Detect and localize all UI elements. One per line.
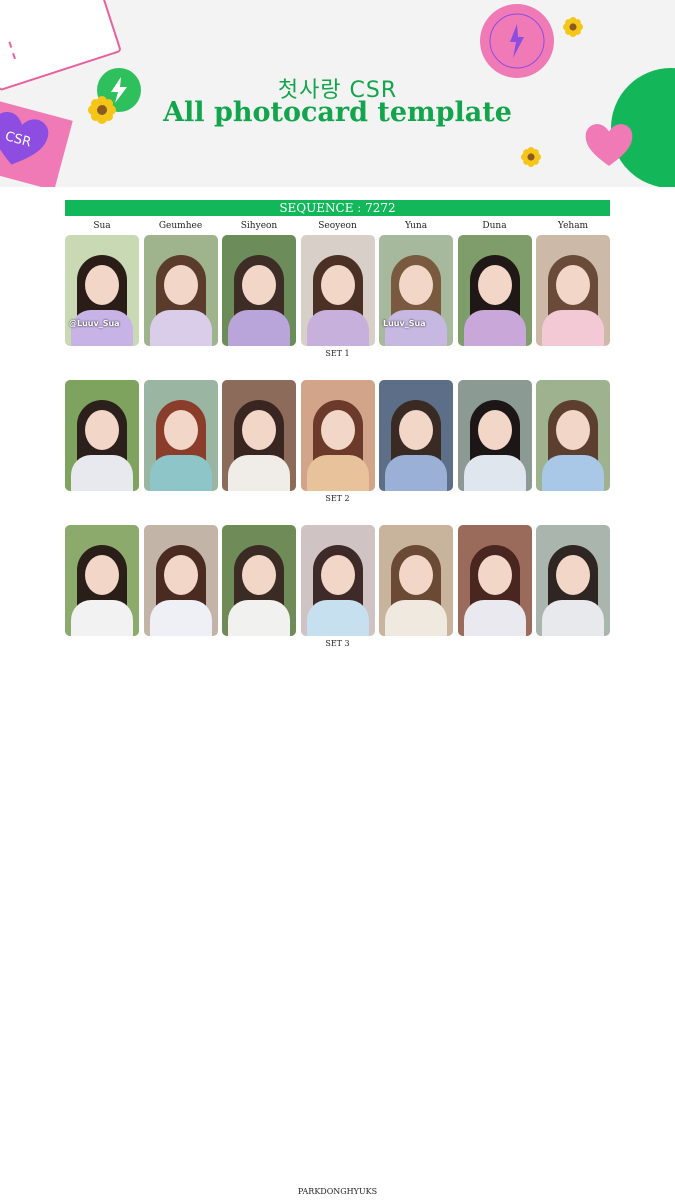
- photocard-face: [85, 555, 119, 595]
- photocard-face: [320, 410, 355, 450]
- flower-icon: [521, 147, 541, 167]
- photocard-face: [477, 555, 512, 595]
- photocard-outfit: [71, 310, 133, 346]
- photocard: [457, 380, 532, 491]
- stamp-badge: [480, 4, 554, 78]
- photocard-outfit: [71, 455, 133, 491]
- lightning-icon: [510, 24, 524, 58]
- member-names: Sua Geumhee Sihyeon Seoyeon Yuna Duna Ye…: [65, 221, 610, 231]
- photocard-outfit: [542, 600, 604, 636]
- photocard-row: [65, 380, 610, 491]
- photocard-face: [477, 265, 512, 305]
- photocard-face: [242, 410, 276, 450]
- photocard-outfit: [149, 600, 212, 636]
- photocard: [536, 235, 610, 346]
- photocard-face: [320, 265, 355, 305]
- photocard: [143, 525, 218, 636]
- photocard: @Luuv_Sua: [65, 235, 139, 346]
- member-name: Sua: [93, 221, 111, 231]
- photocard-outfit: [385, 455, 447, 491]
- photocard-outfit: [463, 310, 526, 346]
- flower-icon: [563, 17, 583, 37]
- photocard: [300, 525, 375, 636]
- stamp-ring: [489, 13, 545, 69]
- photocard-outfit: [463, 600, 526, 636]
- photocard-outfit: [306, 310, 369, 346]
- photocard: [536, 380, 610, 491]
- footer-credit: PARKDONGHYUKS: [297, 1187, 378, 1196]
- photocard-face: [556, 555, 590, 595]
- photocard-face: [242, 555, 276, 595]
- photocard: [300, 380, 375, 491]
- photocard: [379, 525, 453, 636]
- member-name: Yeham: [557, 221, 589, 231]
- photocard: [65, 525, 139, 636]
- photocard-face: [85, 410, 119, 450]
- photocard-outfit: [306, 455, 369, 491]
- photocard: Luuv_Sua: [379, 235, 453, 346]
- photocard-outfit: [228, 310, 290, 346]
- sequence-bar: SEQUENCE : 7272: [65, 200, 610, 216]
- photocard-face: [556, 410, 590, 450]
- photocard-face: [163, 410, 198, 450]
- photocard-face: [320, 555, 355, 595]
- photocard: [457, 235, 532, 346]
- photocard: [65, 380, 139, 491]
- photocard-face: [477, 410, 512, 450]
- set-label: SET 3: [325, 639, 350, 648]
- photocard: [143, 380, 218, 491]
- page-title: All photocard template: [163, 97, 512, 128]
- photocard-outfit: [542, 455, 604, 491]
- photocard-outfit: [542, 310, 604, 346]
- photocard-outfit: [463, 455, 526, 491]
- photocard-outfit: [228, 600, 290, 636]
- photocard: [379, 380, 453, 491]
- photocard-face: [85, 265, 119, 305]
- photocard: [457, 525, 532, 636]
- photocard: [222, 380, 296, 491]
- photocard-outfit: [228, 455, 290, 491]
- photocard-outfit: [385, 600, 447, 636]
- photocard-face: [242, 265, 276, 305]
- photocard-outfit: [71, 600, 133, 636]
- ticket-perforation: [0, 41, 16, 65]
- member-name: Duna: [482, 221, 507, 231]
- heart-icon: [585, 124, 633, 166]
- photocard: [222, 235, 296, 346]
- photocard-outfit: [306, 600, 369, 636]
- photocard-face: [399, 555, 433, 595]
- photocard-row: @Luuv_Sua Luuv_Sua: [65, 235, 610, 346]
- photocard-row: [65, 525, 610, 636]
- photocard: [536, 525, 610, 636]
- photocard-face: [399, 265, 433, 305]
- set-label: SET 2: [325, 494, 350, 503]
- member-name: Sihyeon: [240, 221, 278, 231]
- photocard-face: [163, 265, 198, 305]
- photocard-face: [556, 265, 590, 305]
- member-name: Geumhee: [158, 221, 203, 231]
- photocard-watermark: Luuv_Sua: [383, 319, 426, 328]
- member-name: Yuna: [404, 221, 428, 231]
- photocard-face: [399, 410, 433, 450]
- photocard: [143, 235, 218, 346]
- set-label: SET 1: [325, 349, 350, 358]
- header-banner: CSR 첫사랑 CSR All photocard template: [0, 0, 675, 187]
- photocard: [222, 525, 296, 636]
- photocard-face: [163, 555, 198, 595]
- photocard-outfit: [385, 310, 447, 346]
- photocard-watermark: @Luuv_Sua: [69, 319, 120, 328]
- photocard-outfit: [149, 310, 212, 346]
- photocard-outfit: [149, 455, 212, 491]
- photocard: [300, 235, 375, 346]
- member-name: Seoyeon: [318, 221, 357, 231]
